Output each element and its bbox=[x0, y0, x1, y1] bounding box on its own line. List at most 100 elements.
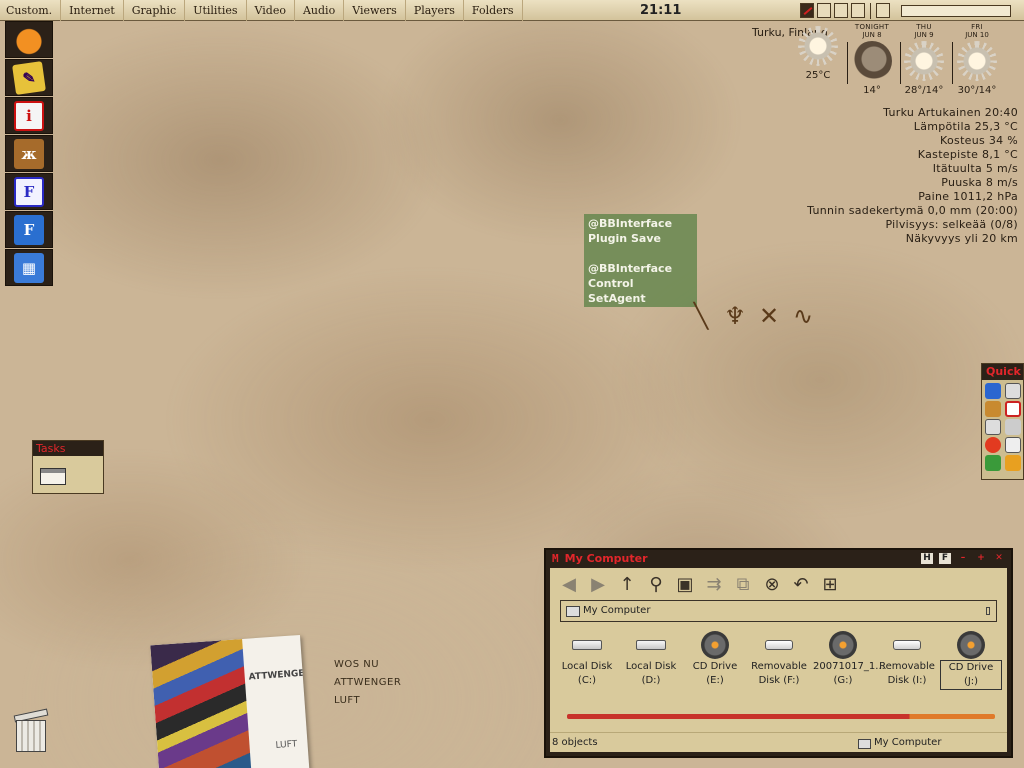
menu-players[interactable]: Players bbox=[406, 0, 464, 21]
close-icon[interactable]: ✕ bbox=[993, 553, 1005, 564]
dock-item-notepad[interactable]: ✎ bbox=[5, 59, 53, 96]
move-to-icon[interactable]: ⇉ bbox=[703, 573, 725, 595]
trash-icon[interactable] bbox=[13, 708, 49, 752]
menu-audio[interactable]: Audio bbox=[295, 0, 345, 21]
views-icon[interactable]: ⊞ bbox=[819, 573, 841, 595]
menu-video[interactable]: Video bbox=[247, 0, 295, 21]
address-go-icon[interactable] bbox=[986, 607, 990, 615]
lock-icon[interactable] bbox=[1005, 419, 1021, 435]
sun-icon bbox=[798, 26, 838, 66]
leaf-icon[interactable]: ♆ bbox=[724, 302, 746, 330]
drive-c[interactable]: Local Disk (C:) bbox=[556, 630, 618, 690]
mixer-icon[interactable] bbox=[876, 3, 890, 18]
frontpage-icon: F bbox=[14, 214, 44, 245]
removable-disk-icon bbox=[893, 640, 921, 650]
weather-date-label: JUN 8 bbox=[862, 31, 882, 39]
brush-icon[interactable]: ╲ bbox=[690, 302, 712, 330]
undo-icon[interactable]: ↶ bbox=[790, 573, 812, 595]
minimize-icon[interactable]: – bbox=[957, 553, 969, 564]
menu-list: Custom. Internet Graphic Utilities Video… bbox=[0, 0, 523, 21]
address-bar[interactable]: My Computer bbox=[560, 600, 997, 622]
weather-thu: THU JUN 9 28°/14° bbox=[898, 24, 950, 96]
menu-custom[interactable]: Custom. bbox=[0, 0, 62, 21]
window-menu-icon[interactable]: M bbox=[552, 552, 559, 565]
popup-line: Plugin Save bbox=[588, 232, 661, 245]
butterfly-icon: ж bbox=[14, 138, 44, 169]
picture-icon[interactable] bbox=[985, 401, 1001, 417]
dock-item-info[interactable]: i bbox=[5, 97, 53, 134]
weather-stat: Turku Artukainen 20:40 bbox=[883, 106, 1018, 119]
window-icon[interactable] bbox=[1005, 383, 1021, 399]
window-button-h[interactable]: H bbox=[921, 553, 933, 564]
album-art bbox=[150, 638, 252, 768]
dock-item-grid-app[interactable]: ▦ bbox=[5, 249, 53, 286]
dollar-icon[interactable] bbox=[1005, 455, 1021, 471]
tray-window-icon[interactable] bbox=[834, 3, 848, 18]
drive-g[interactable]: 20071017_1... (G:) bbox=[812, 630, 885, 690]
task-window-icon[interactable] bbox=[40, 468, 66, 485]
tray-window-icon[interactable] bbox=[851, 3, 865, 18]
calendar-icon[interactable] bbox=[1005, 437, 1021, 453]
window-button-f[interactable]: F bbox=[939, 553, 951, 564]
forward-arrow-icon[interactable]: ▶ bbox=[587, 573, 609, 595]
drive-letter: (G:) bbox=[833, 675, 853, 686]
monitor-icon[interactable] bbox=[985, 419, 1001, 435]
up-arrow-icon[interactable]: ↑ bbox=[616, 573, 638, 595]
window-titlebar[interactable]: M My Computer H F – + ✕ bbox=[546, 550, 1011, 567]
tray-window-icon[interactable] bbox=[817, 3, 831, 18]
volume-slider[interactable] bbox=[901, 4, 1011, 17]
menu-viewers[interactable]: Viewers bbox=[344, 0, 406, 21]
drive-i[interactable]: Removable Disk (I:) bbox=[876, 630, 938, 690]
pen-icon[interactable] bbox=[800, 3, 814, 18]
status-object-count: 8 objects bbox=[552, 737, 598, 748]
menu-graphic[interactable]: Graphic bbox=[124, 0, 186, 21]
drive-j[interactable]: CD Drive (J:) bbox=[940, 630, 1002, 690]
gmail-icon[interactable] bbox=[1005, 401, 1021, 417]
app-dock: ✎ i ж F F ▦ bbox=[5, 21, 54, 287]
drive-e[interactable]: CD Drive (E:) bbox=[684, 630, 746, 690]
bbinterface-popup[interactable]: @BBInterface Plugin Save @BBInterface Co… bbox=[584, 214, 697, 307]
window-statusbar: 8 objects My Computer bbox=[550, 732, 1007, 752]
drive-letter: Disk (I:) bbox=[887, 675, 927, 686]
hard-disk-icon bbox=[572, 640, 602, 650]
dock-item-butterfly[interactable]: ж bbox=[5, 135, 53, 172]
clock[interactable]: 21:11 bbox=[640, 0, 681, 21]
menu-internet[interactable]: Internet bbox=[61, 0, 124, 21]
track-line: LUFT bbox=[334, 695, 361, 706]
dock-item-pumpkin[interactable] bbox=[5, 21, 53, 58]
folders-icon[interactable]: ▣ bbox=[674, 573, 696, 595]
drive-label: 20071017_1... bbox=[813, 661, 885, 672]
system-tray bbox=[800, 0, 1011, 21]
delete-icon[interactable]: ⊗ bbox=[761, 573, 783, 595]
maximize-icon[interactable]: + bbox=[975, 553, 987, 564]
opera-icon[interactable] bbox=[985, 437, 1001, 453]
search-icon[interactable]: ⚲ bbox=[645, 573, 667, 595]
menu-folders[interactable]: Folders bbox=[464, 0, 523, 21]
drive-list: Local Disk (C:) Local Disk (D:) CD Drive (E… bbox=[556, 630, 1002, 690]
pumpkin-icon bbox=[14, 24, 44, 55]
address-text: My Computer bbox=[583, 605, 651, 616]
drive-f[interactable]: Removable Disk (F:) bbox=[748, 630, 810, 690]
drive-label: Removable bbox=[879, 661, 935, 672]
my-computer-window: M My Computer H F – + ✕ ◀ ▶ ↑ ⚲ ▣ ⇉ ⧉ ⊗ … bbox=[544, 548, 1013, 758]
quick-title: Quick bbox=[982, 364, 1023, 380]
tree-icon[interactable] bbox=[985, 455, 1001, 471]
squiggle-icon[interactable]: ∿ bbox=[792, 302, 814, 330]
lightning-icon[interactable] bbox=[985, 383, 1001, 399]
weather-stat: Kastepiste 8,1 °C bbox=[917, 148, 1018, 161]
weather-date-label: JUN 10 bbox=[965, 31, 989, 39]
removable-disk-icon bbox=[765, 640, 793, 650]
drive-d[interactable]: Local Disk (D:) bbox=[620, 630, 682, 690]
dock-item-frontpage[interactable]: F bbox=[5, 211, 53, 248]
weather-day-label: FRI bbox=[971, 23, 983, 31]
drive-letter: (D:) bbox=[641, 675, 661, 686]
menu-utilities[interactable]: Utilities bbox=[185, 0, 247, 21]
dock-item-fv[interactable]: F bbox=[5, 173, 53, 210]
hard-disk-icon bbox=[636, 640, 666, 650]
copy-to-icon[interactable]: ⧉ bbox=[732, 573, 754, 595]
x-icon[interactable]: ✕ bbox=[758, 302, 780, 330]
back-arrow-icon[interactable]: ◀ bbox=[558, 573, 580, 595]
album-cover[interactable]: ATTWENGER LUFT bbox=[150, 634, 310, 768]
weather-tonight: TONIGHT JUN 8 14° bbox=[846, 24, 898, 96]
weather-stat: Kosteus 34 % bbox=[940, 134, 1018, 147]
